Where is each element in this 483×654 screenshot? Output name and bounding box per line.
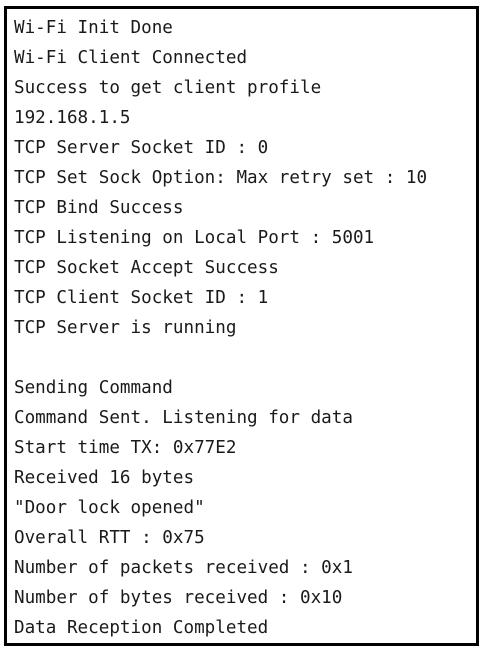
console-line: TCP Set Sock Option: Max retry set : 10 [14,168,428,188]
console-line: TCP Client Socket ID : 1 [14,288,269,308]
console-line: Command Sent. Listening for data [14,408,353,428]
console-line: Sending Command [14,378,173,398]
console-log-lines: Wi-Fi Init Done Wi-Fi Client Connected S… [14,13,427,643]
console-line: Number of bytes received : 0x10 [14,588,343,608]
console-line: "Door lock opened" [14,498,205,518]
console-line: Start time TX: 0x77E2 [14,438,237,458]
console-line: Received 16 bytes [14,468,195,488]
console-line: Overall RTT : 0x75 [14,528,205,548]
console-line: TCP Socket Accept Success [14,258,279,278]
console-line: Data Reception Completed [14,618,269,638]
console-line: TCP Server is running [14,318,237,338]
console-line: Wi-Fi Client Connected [14,48,248,68]
console-line: Number of packets received : 0x1 [14,558,353,578]
console-line: TCP Listening on Local Port : 5001 [14,228,375,248]
console-line: Success to get client profile [14,78,322,98]
serial-console-output: Wi-Fi Init Done Wi-Fi Client Connected S… [4,6,479,646]
console-line: 192.168.1.5 [14,108,131,128]
console-blank-line [14,343,427,373]
console-line: TCP Bind Success [14,198,184,218]
console-line: TCP Server Socket ID : 0 [14,138,269,158]
console-line: Wi-Fi Init Done [14,18,173,38]
